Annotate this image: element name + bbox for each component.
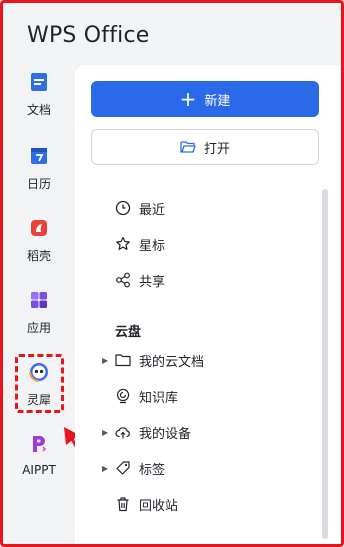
nav-item-starred[interactable]: 星标 <box>75 229 315 259</box>
clock-icon <box>115 200 131 216</box>
tag-icon <box>116 461 130 475</box>
rail-item-daoke[interactable]: 稻壳 <box>3 217 75 273</box>
apps-icon <box>31 292 47 308</box>
share-icon <box>116 272 130 288</box>
nav-label-cloud-docs: 我的云文档 <box>139 354 205 370</box>
rail-label-calendar: 日历 <box>26 177 51 191</box>
rail-label-aippt: AIPPT <box>22 463 56 477</box>
nav-item-recent[interactable]: 最近 <box>75 193 315 223</box>
rail-label-documents: 文档 <box>26 103 51 117</box>
daoke-icon <box>31 220 47 236</box>
nav-item-knowledge[interactable]: 知识库 <box>75 381 315 411</box>
nav-item-devices[interactable]: ▶ 我的设备 <box>75 417 315 447</box>
nav-item-cloud-docs[interactable]: ▶ 我的云文档 <box>75 345 315 375</box>
nav-label-recent: 最近 <box>139 202 166 218</box>
rail-label-apps: 应用 <box>26 321 51 335</box>
star-icon <box>116 236 130 250</box>
rail-label-daoke: 稻壳 <box>26 249 51 263</box>
nav-label-tags: 标签 <box>139 462 166 478</box>
folder-open-icon <box>180 141 196 153</box>
panel-scrollbar[interactable] <box>322 189 328 539</box>
expand-caret-icon[interactable]: ▶ <box>102 428 108 437</box>
plus-icon: + <box>179 87 197 111</box>
expand-caret-icon[interactable]: ▶ <box>102 464 108 473</box>
rail-item-calendar[interactable]: 日历 <box>3 145 75 201</box>
open-button[interactable]: 打开 <box>91 129 319 165</box>
nav-label-shared: 共享 <box>139 274 166 290</box>
nav-label-recycle: 回收站 <box>139 498 179 514</box>
folder-icon <box>115 354 131 367</box>
nav-label-starred: 星标 <box>139 238 166 254</box>
trash-icon <box>117 497 129 512</box>
nav-label-devices: 我的设备 <box>139 426 192 442</box>
cloud-upload-icon <box>115 427 130 439</box>
app-title: WPS Office <box>27 23 150 48</box>
expand-caret-icon[interactable]: ▶ <box>102 356 108 365</box>
open-button-label: 打开 <box>203 141 230 157</box>
document-icon <box>31 73 47 91</box>
new-button-label: 新建 <box>204 93 231 109</box>
aippt-icon <box>33 436 47 452</box>
rail-item-apps[interactable]: 应用 <box>3 289 75 345</box>
nav-label-knowledge: 知识库 <box>139 390 179 406</box>
app-window: WPS Office 文档 日历 稻壳 应用 灵犀 AIPPT + 新建 打开 … <box>0 0 344 547</box>
nav-item-tags[interactable]: ▶ 标签 <box>75 453 315 483</box>
highlight-box <box>15 354 64 413</box>
nav-item-recycle[interactable]: 回收站 <box>75 489 315 519</box>
new-button[interactable]: + 新建 <box>91 81 319 117</box>
calendar-icon <box>31 148 47 164</box>
section-label-cloud: 云盘 <box>115 325 142 340</box>
nav-item-shared[interactable]: 共享 <box>75 265 315 295</box>
main-panel: + 新建 打开 最近 星标 共享 云盘 ▶ 我的云文档 知识库 ▶ 我的设备 ▶… <box>75 65 341 544</box>
knowledge-base-icon <box>117 388 130 404</box>
rail-item-documents[interactable]: 文档 <box>3 71 75 127</box>
